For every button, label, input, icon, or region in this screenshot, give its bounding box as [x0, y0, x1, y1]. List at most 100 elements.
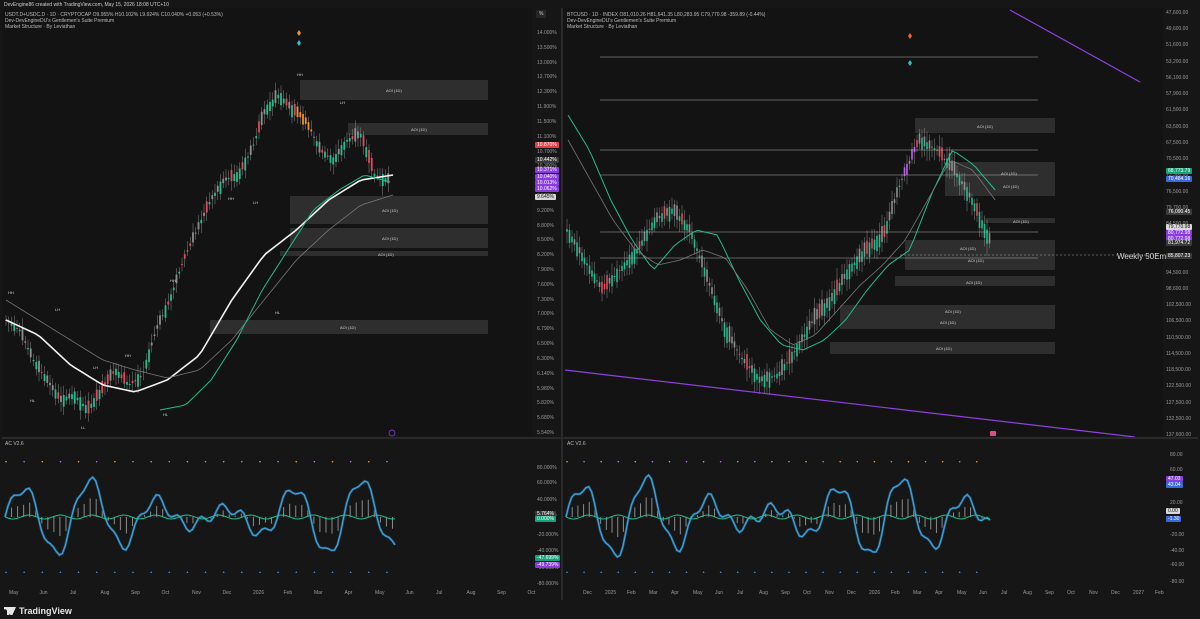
osc-histogram-bar	[713, 508, 715, 517]
osc-histogram-bar	[611, 517, 613, 533]
price-axis-label: 12.700%	[537, 74, 557, 81]
osc-histogram-bar	[890, 504, 892, 517]
price-axis-label: 13.500%	[537, 44, 557, 51]
osc-histogram-bar	[901, 499, 903, 517]
time-axis-label: Feb	[1155, 590, 1164, 596]
price-badge: 10.062%	[535, 186, 559, 192]
time-axis-label: May	[693, 590, 703, 596]
price-axis-label: 9.200%	[537, 207, 554, 214]
price-axis-label: 67,500.00	[1166, 139, 1189, 146]
time-axis-label: Apr	[935, 590, 943, 596]
osc-histogram-bar	[958, 511, 960, 517]
osc-marker	[617, 461, 620, 463]
osc-histogram-bar	[896, 501, 898, 517]
osc-marker	[805, 571, 808, 573]
price-axis-label: 118,500.00	[1166, 367, 1191, 374]
osc-marker	[702, 571, 705, 573]
osc-badge: -49.739%	[535, 562, 561, 568]
osc-axis-label: -40.000%	[537, 548, 559, 554]
time-axis-label: Feb	[891, 590, 900, 596]
time-axis-label: Nov	[1089, 590, 1098, 596]
time-axis-label: Aug	[466, 590, 476, 596]
price-axis-label: 110,500.00	[1166, 334, 1191, 341]
right-oscillator-plot[interactable]	[0, 0, 1200, 619]
tradingview-logo[interactable]: TradingView	[4, 606, 72, 616]
price-axis-label: 57,900.00	[1166, 91, 1189, 98]
price-axis-label: 8.500%	[537, 237, 554, 244]
osc-marker	[600, 571, 603, 573]
price-axis-label: 70,500.00	[1166, 156, 1189, 163]
osc-marker	[736, 461, 739, 463]
time-axis-label: Dec	[847, 590, 856, 596]
price-axis-label: 47,600.00	[1166, 10, 1189, 16]
osc-marker	[770, 461, 773, 463]
price-axis-label: 6.300%	[537, 355, 554, 362]
osc-histogram-bar	[935, 517, 937, 534]
osc-histogram-bar	[867, 517, 869, 534]
time-axis-label: Jun	[39, 590, 48, 596]
price-axis-label: 106,500.00	[1166, 318, 1192, 325]
time-axis-label: Mar	[649, 590, 658, 596]
osc-marker	[890, 461, 893, 463]
osc-marker	[805, 461, 808, 463]
osc-marker	[822, 461, 825, 463]
price-axis-label: 5.540%	[537, 430, 554, 436]
price-axis-label: 11.100%	[537, 133, 557, 140]
time-axis-label: Aug	[759, 590, 768, 596]
osc-marker	[583, 461, 586, 463]
time-axis-label: Mar	[314, 590, 323, 596]
osc-marker	[668, 461, 671, 463]
osc-marker	[753, 461, 756, 463]
price-axis-label: 6.790%	[537, 326, 554, 333]
osc-axis-label: -20.000%	[537, 532, 559, 538]
price-axis-label: 49,600.00	[1166, 26, 1189, 33]
osc-histogram-bar	[844, 504, 846, 517]
price-axis-label: 127,500.00	[1166, 399, 1192, 406]
time-axis-label: Sep	[1045, 590, 1054, 596]
price-badge: 68,773.79	[1166, 168, 1193, 174]
osc-marker	[753, 571, 756, 573]
price-axis-label: 8.800%	[537, 222, 554, 229]
time-axis-label: Jul	[737, 590, 744, 596]
osc-marker	[822, 571, 825, 573]
osc-axis-label: -80.00	[1170, 579, 1185, 585]
price-axis-label: 114,500.00	[1166, 350, 1191, 357]
time-axis-label: Apr	[344, 590, 353, 596]
osc-histogram-bar	[953, 512, 955, 517]
time-axis-label: Aug	[1023, 590, 1032, 596]
osc-badge: 0.00	[1166, 508, 1180, 514]
osc-axis-label: 60.000%	[537, 480, 557, 486]
osc-histogram-bar	[907, 498, 909, 517]
osc-marker	[566, 461, 568, 463]
time-axis-label: Jun	[715, 590, 724, 596]
time-axis-label: Nov	[825, 590, 834, 596]
osc-marker	[685, 571, 688, 573]
osc-histogram-bar	[873, 517, 875, 535]
time-axis-label: Oct	[161, 590, 170, 596]
osc-histogram-bar	[685, 517, 687, 527]
price-axis-label: 6.500%	[537, 341, 554, 348]
time-axis-label: May	[957, 590, 967, 596]
time-axis-label: Sep	[781, 590, 790, 596]
time-axis-label: Jun	[405, 590, 414, 596]
osc-marker	[907, 461, 910, 463]
price-axis-label: 76,500.00	[1166, 188, 1189, 195]
osc-marker	[873, 461, 876, 463]
chart-divider[interactable]	[561, 8, 563, 600]
osc-marker	[583, 571, 586, 573]
osc-marker	[617, 571, 620, 573]
osc-histogram-bar	[600, 517, 602, 524]
osc-marker	[941, 461, 944, 463]
price-axis-label: 98,600.00	[1166, 285, 1189, 292]
osc-histogram-bar	[577, 505, 579, 517]
time-axis-label: 2026	[869, 590, 881, 596]
time-axis-label: Apr	[671, 590, 679, 596]
price-axis-label: 122,500.00	[1166, 383, 1192, 390]
time-axis-label: 2025	[605, 590, 617, 596]
osc-marker	[634, 571, 637, 573]
osc-marker	[719, 461, 722, 463]
osc-histogram-bar	[861, 517, 863, 533]
osc-marker	[958, 571, 961, 573]
price-axis-label: 5.980%	[537, 385, 554, 392]
osc-marker	[856, 461, 859, 463]
